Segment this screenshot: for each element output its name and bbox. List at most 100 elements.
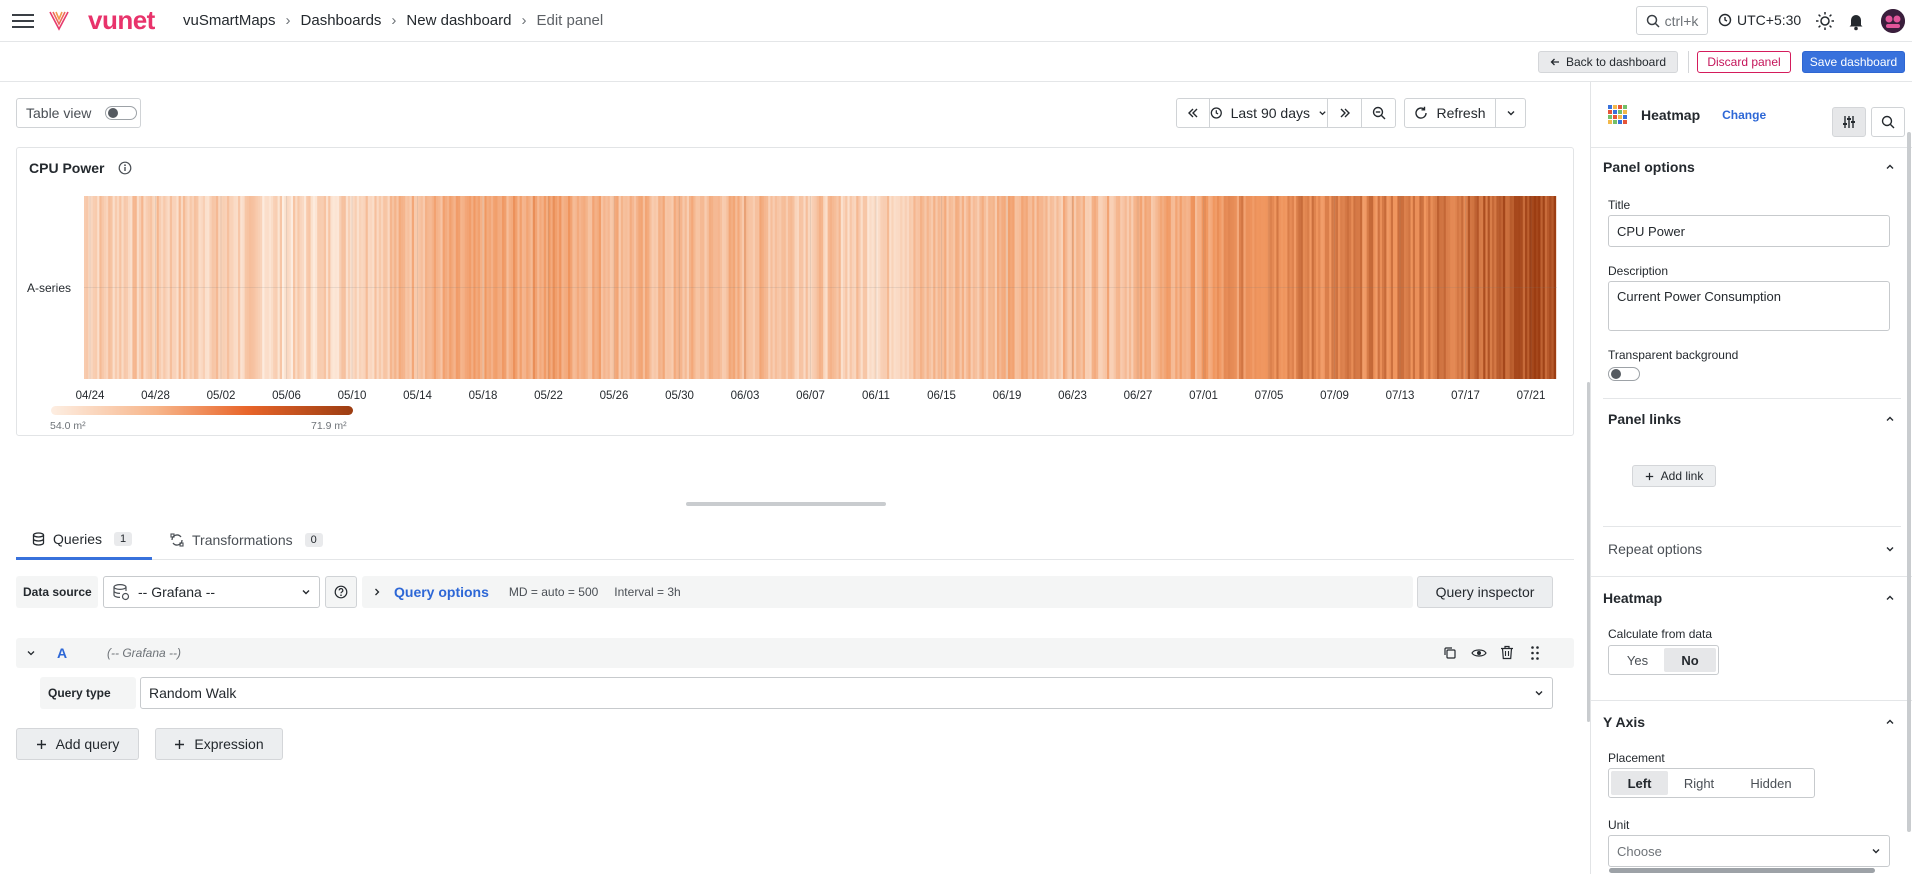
database-icon [32,531,45,546]
x-axis-tick-label: 06/03 [731,390,760,402]
breadcrumb-dashboards[interactable]: Dashboards [301,12,382,29]
visualization-picker[interactable]: Heatmap Change [1607,104,1766,126]
toolbar-divider [1688,51,1689,73]
tab-transformations-label: Transformations [192,532,293,548]
clock-icon [1718,13,1732,27]
zoom-out-button[interactable] [1362,98,1396,128]
drag-handle-icon[interactable] [1530,645,1540,661]
title-input[interactable]: CPU Power [1608,215,1890,247]
chevron-down-icon [1535,691,1543,696]
save-dashboard-button[interactable]: Save dashboard [1802,51,1905,73]
heatmap-section-header[interactable]: Heatmap [1603,590,1895,606]
options-vertical-scrollbar[interactable] [1907,132,1911,832]
x-axis-tick-label: 06/07 [796,390,825,402]
options-divider [1591,700,1912,701]
x-axis-tick-label: 06/27 [1124,390,1153,402]
y-axis-section-header[interactable]: Y Axis [1603,714,1895,730]
add-query-button[interactable]: Add query [16,728,139,760]
transparent-background-label: Transparent background [1608,348,1739,362]
panel-preview: CPU Power A-series 04/24 04/28 05/02 05/06 0… [16,147,1574,436]
data-source-value: -- Grafana -- [138,584,216,600]
data-source-picker[interactable]: -- Grafana -- [103,576,320,608]
transparent-background-switch[interactable] [1608,367,1640,381]
x-axis-tick-label: 07/01 [1189,390,1218,402]
discard-panel-button[interactable]: Discard panel [1697,51,1791,73]
brand-logo-icon[interactable] [47,8,71,32]
add-expression-button[interactable]: Expression [155,728,283,760]
duplicate-query-icon[interactable] [1443,646,1457,660]
collapse-query-chevron-icon[interactable] [26,648,36,658]
table-view-toggle[interactable]: Table view [16,98,141,128]
x-axis-tick-label: 05/02 [207,390,236,402]
x-axis-tick-label: 07/21 [1517,390,1546,402]
breadcrumb-home[interactable]: vuSmartMaps [183,12,276,29]
time-shift-back-button[interactable] [1176,98,1210,128]
placement-left-option[interactable]: Left [1611,771,1668,795]
chevron-right-icon [375,588,380,596]
breadcrumb: vuSmartMaps › Dashboards › New dashboard… [183,12,603,29]
timezone-label: UTC+5:30 [1737,12,1802,28]
calculate-no-option[interactable]: No [1664,648,1716,672]
tab-queries[interactable]: Queries 1 [16,520,152,560]
menu-icon[interactable] [12,12,34,30]
x-axis-tick-label: 05/30 [665,390,694,402]
theme-sun-icon[interactable] [1815,11,1835,31]
clock-icon [1210,107,1222,119]
time-range-picker[interactable]: Last 90 days [1210,98,1328,128]
description-textarea[interactable]: Current Power Consumption [1608,281,1890,331]
search-options-button[interactable] [1871,107,1905,137]
calculate-yes-option[interactable]: Yes [1611,648,1664,672]
placement-hidden-option[interactable]: Hidden [1730,771,1812,795]
zoom-out-icon [1372,106,1385,120]
options-sliders-button[interactable] [1832,107,1866,137]
panel-resize-handle[interactable] [686,502,886,506]
query-options-toggle[interactable]: Query options MD = auto = 500 Interval =… [362,576,1413,608]
breadcrumb-new-dashboard[interactable]: New dashboard [406,12,511,29]
legend-max-label: 71.9 m² [311,420,347,432]
query-type-label: Query type [40,677,136,709]
unit-placeholder: Choose [1617,843,1662,859]
toggle-query-visibility-eye-icon[interactable] [1471,646,1487,660]
data-source-label: Data source [16,576,98,608]
calculate-from-data-toggle: Yes No [1608,645,1719,675]
time-shift-forward-button[interactable] [1328,98,1362,128]
time-range-label: Last 90 days [1230,105,1310,121]
change-visualization-link[interactable]: Change [1722,108,1766,122]
heatmap-chart[interactable]: 04/24 04/28 05/02 05/06 05/10 05/14 05/18 05/22… [17,148,1575,437]
repeat-options-section-header[interactable]: Repeat options [1608,541,1895,557]
search-icon [1646,14,1660,28]
user-avatar[interactable] [1881,9,1905,33]
editor-splitter-scrollbar[interactable] [1587,382,1590,722]
delete-query-trash-icon[interactable] [1500,645,1514,660]
x-axis-tick-label: 05/22 [534,390,563,402]
panel-links-title: Panel links [1608,411,1682,427]
query-type-select[interactable]: Random Walk [140,677,1553,709]
sliders-icon [1843,116,1855,128]
legend-color-bar [51,406,353,415]
breadcrumb-separator: › [521,12,527,29]
tab-transformations[interactable]: Transformations 0 [170,520,340,560]
x-axis-tick-label: 06/19 [993,390,1022,402]
back-to-dashboard-button[interactable]: Back to dashboard [1538,51,1678,73]
brand-name: vunet [88,5,155,35]
refresh-button[interactable]: Refresh [1404,98,1496,128]
timezone-indicator[interactable]: UTC+5:30 [1718,12,1801,28]
unit-picker[interactable]: Choose [1608,835,1890,867]
chevron-down-icon [1872,849,1880,854]
table-view-switch[interactable] [105,106,138,120]
x-axis-tick-label: 07/09 [1320,390,1349,402]
query-inspector-button[interactable]: Query inspector [1417,576,1553,608]
options-horizontal-scrollbar[interactable] [1609,868,1875,873]
search-button[interactable]: ctrl+k [1636,6,1708,35]
data-source-help-button[interactable] [325,576,357,608]
refresh-icon [1415,106,1428,119]
help-icon [334,585,348,599]
add-link-button[interactable]: Add link [1632,465,1716,487]
panel-links-section-header[interactable]: Panel links [1608,411,1895,427]
placement-right-option[interactable]: Right [1668,771,1730,795]
time-picker-group: Last 90 days Refresh [1176,98,1526,128]
panel-options-section-header[interactable]: Panel options [1603,159,1895,175]
refresh-interval-dropdown[interactable] [1496,98,1526,128]
notifications-bell-icon[interactable] [1846,11,1866,31]
query-ref-id[interactable]: A [57,645,67,661]
